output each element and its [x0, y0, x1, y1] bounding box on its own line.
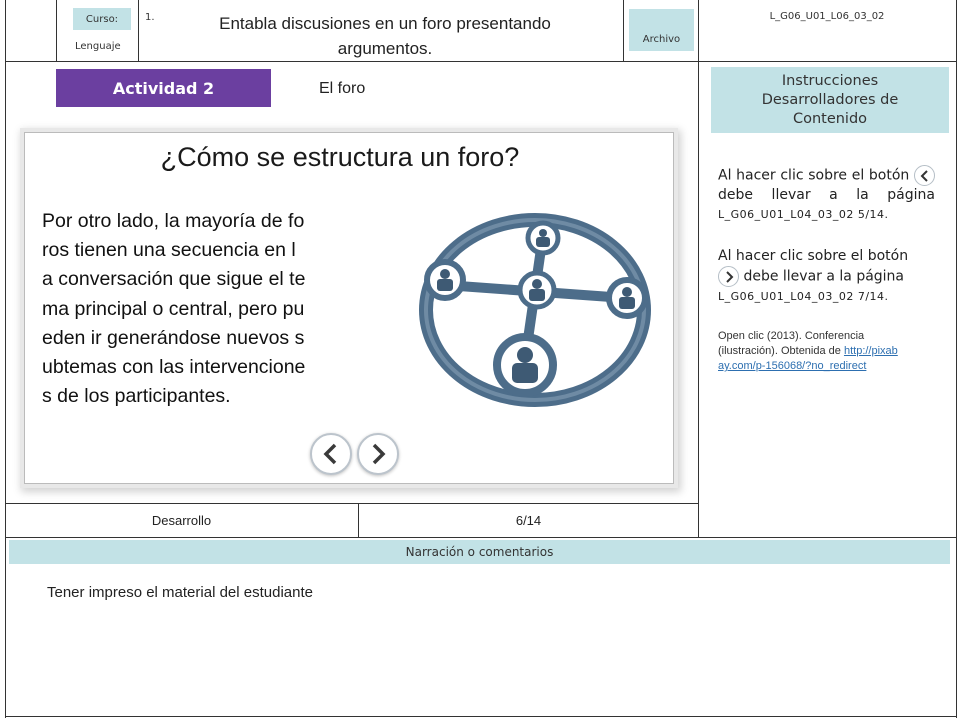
instruction-prev: Al hacer clic sobre el botón debe llevar… — [718, 165, 936, 224]
instr2-pre: Al hacer clic sobre el botón — [718, 248, 909, 264]
course-label: Curso: — [73, 8, 131, 30]
header-sep-3 — [623, 0, 624, 61]
activity-name: El foro — [319, 80, 366, 97]
next-button[interactable] — [357, 433, 399, 475]
instruction-next: Al hacer clic sobre el botón debe llevar… — [718, 247, 920, 306]
mini-prev-button — [914, 165, 936, 186]
page-title-line2: argumentos. — [337, 39, 433, 58]
section-label: Desarrollo — [151, 513, 212, 528]
page-indicator: 6/14 — [515, 513, 542, 528]
content-bottom-divider — [5, 537, 957, 538]
prev-button[interactable] — [310, 433, 352, 475]
course-name: Lenguaje — [75, 41, 121, 52]
header-divider — [5, 61, 957, 62]
slide-body-line: ubtemas con las intervencione — [42, 356, 306, 379]
frame-left — [5, 0, 6, 718]
chevron-right-icon — [372, 443, 386, 465]
slide-heading: ¿Cómo se estructura un foro? — [160, 142, 520, 172]
frame-bottom — [5, 716, 957, 717]
slide-body: Por otro lado, la mayoría de fo ros tien… — [42, 207, 382, 411]
page-title: Entabla discusiones en un foro presentan… — [150, 11, 620, 61]
footer-row-top — [5, 503, 699, 504]
mini-next-button — [718, 266, 739, 287]
header-sep-2 — [138, 0, 139, 61]
archivo-button[interactable]: Archivo — [629, 9, 694, 51]
sidebar-title: Instrucciones Desarrolladores de Conteni… — [711, 67, 949, 133]
header-sep-4 — [698, 0, 699, 537]
slide-body-line: s de los participantes. — [42, 385, 231, 408]
narration-label: Narración o comentarios — [9, 540, 950, 564]
credit-text: Open clic (2013). Conferencia (ilustraci… — [718, 330, 865, 357]
instr1-post: debe llevar a la página — [718, 187, 935, 203]
slide-body-line: Por otro lado, la mayoría de fo — [42, 210, 305, 232]
network-people-icon — [419, 213, 651, 407]
chevron-left-icon — [920, 169, 928, 182]
instr1-pre: Al hacer clic sobre el botón — [718, 167, 910, 184]
slide-body-line: ma principal o central, pero pu — [42, 297, 305, 320]
chevron-left-icon — [323, 443, 337, 465]
file-code: L_G06_U01_L06_03_02 — [769, 11, 885, 22]
instr1-code: L_G06_U01_L04_03_02 5/14. — [718, 208, 889, 221]
image-credit: Open clic (2013). Conferencia (ilustraci… — [718, 329, 898, 374]
activity-badge: Actividad 2 — [56, 69, 271, 107]
header-sep-1 — [56, 0, 57, 61]
chevron-right-icon — [725, 270, 733, 283]
instr2-post: debe llevar a la página — [743, 268, 905, 285]
slide-body-line: ros tienen una secuencia en l — [42, 239, 296, 262]
frame-right — [956, 0, 957, 718]
instr2-code: L_G06_U01_L04_03_02 7/14. — [718, 290, 889, 303]
slide-body-line: a conversación que sigue el te — [42, 268, 306, 291]
slide-body-line: eden ir generándose nuevos s — [42, 326, 305, 349]
page-title-line1: Entabla discusiones en un foro presentan… — [219, 14, 551, 33]
narration-text: Tener impreso el material del estudiante — [47, 584, 313, 601]
